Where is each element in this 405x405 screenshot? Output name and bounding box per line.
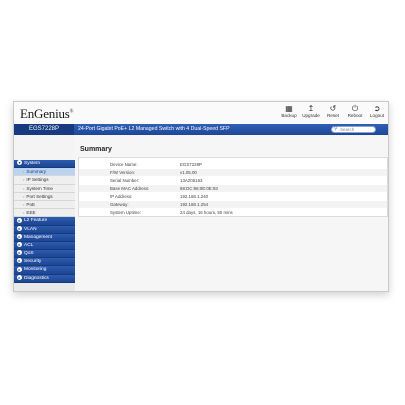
app-window: EnGenius® ▦ Backup ↥ Upgrade ↺ Reset ⏻ Reboo… xyxy=(13,101,389,292)
sidebar-section-vlan[interactable]: ▸ VLAN xyxy=(14,225,75,234)
sidebar-item-eee[interactable]: • EEE xyxy=(14,209,75,218)
reset-button[interactable]: ↺ Reset xyxy=(324,104,342,118)
sidebar: ▾ System • Summary • IP Settings • System Ti… xyxy=(14,160,75,291)
sidebar-item-summary[interactable]: • Summary xyxy=(14,168,75,177)
model-name: EGS7228P xyxy=(14,124,74,135)
chevron-right-icon: ▸ xyxy=(17,274,22,280)
chevron-right-icon: ▸ xyxy=(17,258,22,264)
chevron-right-icon: ▸ xyxy=(17,242,22,248)
logout-button[interactable]: ➲ Logout xyxy=(368,104,386,118)
search-placeholder: Search xyxy=(340,127,355,132)
bullet-icon: • xyxy=(23,169,25,175)
info-row-gateway: Gateway: 192.168.1.254 xyxy=(79,201,387,208)
sidebar-section-management[interactable]: ▸ Management xyxy=(14,233,75,242)
bullet-icon: • xyxy=(23,210,25,216)
summary-panel: Device Name: EGS7228P F/W Version: v1.05.0… xyxy=(78,157,388,217)
sidebar-section-system[interactable]: ▾ System xyxy=(14,160,75,169)
search-icon: ⚲ xyxy=(334,126,338,132)
chevron-right-icon: ▸ xyxy=(17,266,22,272)
upload-icon: ↥ xyxy=(307,104,315,113)
info-row-mac-address: Base MAC Address: 88:DC:96:0E:0E:93 xyxy=(79,185,387,192)
chevron-down-icon: ▾ xyxy=(17,160,22,166)
power-icon: ⏻ xyxy=(351,104,359,113)
chevron-right-icon: ▸ xyxy=(17,250,22,256)
model-description: 24-Port Gigabit PoE+ L2 Managed Switch w… xyxy=(78,126,230,132)
sidebar-item-ip-settings[interactable]: • IP Settings xyxy=(14,176,75,185)
info-row-system-uptime: System Uptime: 24 days, 16 hours, 50 mins xyxy=(110,210,233,215)
sidebar-section-security[interactable]: ▸ Security xyxy=(14,258,75,267)
sidebar-section-diagnostics[interactable]: ▸ Diagnostics xyxy=(14,274,75,283)
toolbar: ▦ Backup ↥ Upgrade ↺ Reset ⏻ Reboot ➲ Logout xyxy=(280,104,386,118)
sidebar-section-l2-feature[interactable]: ▸ L2 Feature xyxy=(14,217,75,226)
save-icon: ▦ xyxy=(285,104,293,113)
backup-button[interactable]: ▦ Backup xyxy=(280,104,298,118)
upgrade-button[interactable]: ↥ Upgrade xyxy=(302,104,320,118)
logout-icon: ➲ xyxy=(373,104,381,113)
reset-icon: ↺ xyxy=(329,104,337,113)
brand-logo: EnGenius® xyxy=(20,106,74,121)
sidebar-section-qos[interactable]: ▸ QoS xyxy=(14,250,75,259)
page-title: Summary xyxy=(80,146,112,153)
chevron-right-icon: ▸ xyxy=(17,225,22,231)
bullet-icon: • xyxy=(23,177,25,183)
info-row-ip-address: IP Address: 192.168.1.240 xyxy=(110,194,209,199)
info-row-fw-version: F/W Version: v1.05.00 xyxy=(79,169,387,176)
main-content: Summary Device Name: EGS7228P F/W Version… xyxy=(75,135,388,291)
info-row-device-name: Device Name: EGS7228P xyxy=(110,162,202,167)
reboot-button[interactable]: ⏻ Reboot xyxy=(346,104,364,118)
chevron-right-icon: ▸ xyxy=(17,233,22,239)
sidebar-item-poe[interactable]: • PoE xyxy=(14,200,75,210)
header-bar: EGS7228P 24-Port Gigabit PoE+ L2 Managed… xyxy=(14,124,388,135)
top-bar: EnGenius® ▦ Backup ↥ Upgrade ↺ Reset ⏻ Reboo… xyxy=(14,102,388,124)
bullet-icon: • xyxy=(23,201,25,207)
sidebar-item-system-time[interactable]: • System Time xyxy=(14,184,75,193)
chevron-right-icon: ▸ xyxy=(17,217,22,223)
sidebar-section-monitoring[interactable]: ▸ Monitoring xyxy=(14,266,75,275)
sidebar-item-port-settings[interactable]: • Port Settings xyxy=(14,192,75,201)
sidebar-section-acl[interactable]: ▸ ACL xyxy=(14,241,75,251)
search-input[interactable]: ⚲ Search xyxy=(331,126,376,133)
info-row-serial-number: Serial Number: 13A205163 xyxy=(110,178,203,183)
bullet-icon: • xyxy=(23,193,25,199)
bullet-icon: • xyxy=(23,185,25,191)
